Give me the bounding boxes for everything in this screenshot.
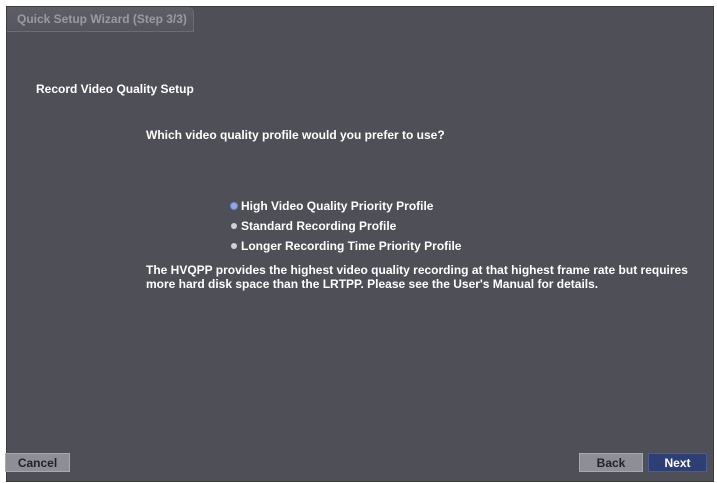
profile-description: The HVQPP provides the highest video qua… [146,263,688,291]
radio-unselected-icon [231,243,237,249]
radio-option-label: High Video Quality Priority Profile [241,199,434,213]
radio-option-longer-time[interactable]: Longer Recording Time Priority Profile [231,236,461,256]
cancel-button[interactable]: Cancel [5,453,70,472]
section-title: Record Video Quality Setup [36,82,194,96]
radio-option-label: Longer Recording Time Priority Profile [241,239,462,253]
radio-option-high-quality[interactable]: High Video Quality Priority Profile [231,196,461,216]
window-title: Quick Setup Wizard (Step 3/3) [17,12,187,26]
radio-selected-icon [231,203,237,209]
radio-option-label: Standard Recording Profile [241,219,397,233]
title-tab: Quick Setup Wizard (Step 3/3) [7,7,194,32]
radio-option-standard[interactable]: Standard Recording Profile [231,216,461,236]
question-text: Which video quality profile would you pr… [146,128,445,142]
back-button[interactable]: Back [579,453,643,472]
wizard-window: Quick Setup Wizard (Step 3/3) Record Vid… [6,6,714,482]
next-button[interactable]: Next [648,453,707,472]
profile-radio-group: High Video Quality Priority Profile Stan… [231,196,461,256]
radio-unselected-icon [231,223,237,229]
